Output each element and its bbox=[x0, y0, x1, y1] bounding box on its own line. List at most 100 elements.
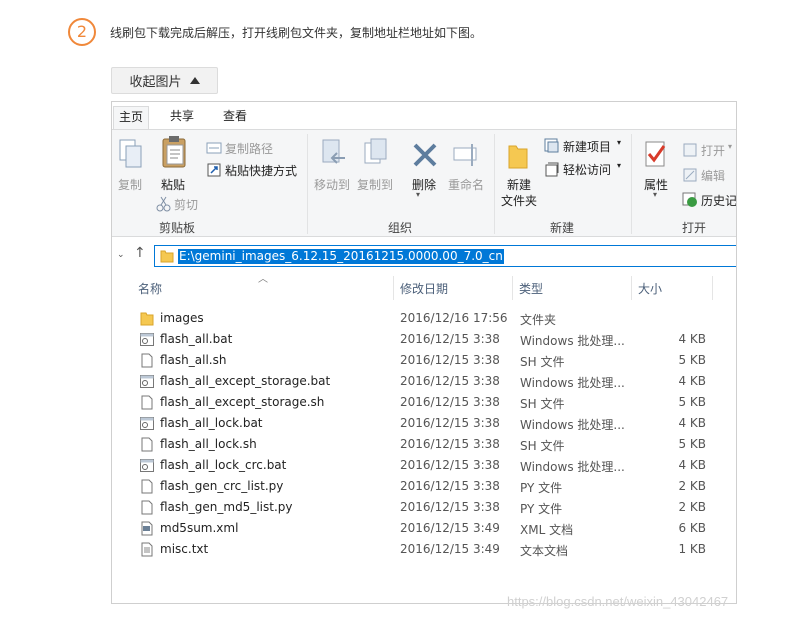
copy-to-button[interactable]: 复制到 bbox=[357, 176, 393, 193]
file-row[interactable]: flash_all.bat 2016/12/15 3:38 Windows 批处理.… bbox=[138, 329, 736, 350]
up-arrow-icon[interactable]: ↑ bbox=[134, 245, 146, 261]
file-row[interactable]: images 2016/12/16 17:56 文件夹 bbox=[138, 308, 736, 329]
address-bar[interactable]: E:\gemini_images_6.12.15_20161215.0000.0… bbox=[154, 245, 736, 267]
file-name[interactable]: flash_all_lock_crc.bat bbox=[160, 458, 286, 472]
file-name[interactable]: flash_all.bat bbox=[160, 332, 232, 346]
properties-icon bbox=[645, 141, 666, 167]
file-row[interactable]: flash_all.sh 2016/12/15 3:38 SH 文件 5 KB bbox=[138, 350, 736, 371]
open-icon bbox=[683, 143, 697, 157]
scissors-icon bbox=[156, 196, 171, 212]
file-size: 4 KB bbox=[678, 332, 706, 346]
easy-access-button[interactable]: 轻松访问 bbox=[563, 161, 611, 178]
cut-button[interactable]: 剪切 bbox=[174, 196, 198, 213]
file-row[interactable]: flash_all_lock.bat 2016/12/15 3:38 Windows… bbox=[138, 413, 736, 434]
open-dropdown-icon[interactable]: ▾ bbox=[728, 142, 732, 151]
bat-file-icon bbox=[140, 417, 154, 430]
file-size: 5 KB bbox=[678, 395, 706, 409]
delete-dropdown-icon[interactable]: ▾ bbox=[416, 190, 420, 199]
file-date: 2016/12/15 3:49 bbox=[400, 521, 500, 535]
file-name[interactable]: flash_gen_crc_list.py bbox=[160, 479, 283, 493]
properties-dropdown-icon[interactable]: ▾ bbox=[653, 190, 657, 199]
tab-home[interactable]: 主页 bbox=[113, 106, 150, 129]
move-to-button[interactable]: 移动到 bbox=[314, 176, 350, 193]
rename-button[interactable]: 重命名 bbox=[448, 176, 484, 193]
new-folder-button-line1[interactable]: 新建 bbox=[507, 176, 531, 193]
file-date: 2016/12/15 3:38 bbox=[400, 374, 500, 388]
new-folder-icon bbox=[508, 145, 528, 169]
file-date: 2016/12/15 3:38 bbox=[400, 395, 500, 409]
file-row[interactable]: flash_all_lock.sh 2016/12/15 3:38 SH 文件 5 K… bbox=[138, 434, 736, 455]
tab-view[interactable]: 查看 bbox=[218, 106, 252, 129]
rename-icon bbox=[453, 144, 477, 166]
recent-locations-icon[interactable]: ⌄ bbox=[117, 250, 125, 260]
file-row[interactable]: flash_gen_md5_list.py 2016/12/15 3:38 PY 文… bbox=[138, 497, 736, 518]
file-name[interactable]: images bbox=[160, 311, 204, 325]
new-folder-button-line2[interactable]: 文件夹 bbox=[501, 192, 537, 209]
column-header-date[interactable]: 修改日期 bbox=[400, 280, 448, 297]
bat-file-icon bbox=[140, 333, 154, 346]
file-row[interactable]: flash_all_except_storage.bat 2016/12/15 3… bbox=[138, 371, 736, 392]
column-header-type[interactable]: 类型 bbox=[519, 280, 543, 297]
copy-path-icon bbox=[206, 142, 222, 154]
file-size: 6 KB bbox=[678, 521, 706, 535]
file-row[interactable]: misc.txt 2016/12/15 3:49 文本文档 1 KB bbox=[138, 539, 736, 560]
file-row[interactable]: flash_gen_crc_list.py 2016/12/15 3:38 PY 文… bbox=[138, 476, 736, 497]
file-type: SH 文件 bbox=[520, 355, 565, 369]
file-row[interactable]: flash_all_except_storage.sh 2016/12/15 3:… bbox=[138, 392, 736, 413]
easy-access-dropdown-icon[interactable]: ▾ bbox=[617, 161, 621, 170]
folder-icon bbox=[140, 312, 154, 326]
open-button[interactable]: 打开 bbox=[701, 142, 725, 159]
file-size: 5 KB bbox=[678, 437, 706, 451]
paste-shortcut-icon bbox=[207, 163, 221, 177]
collapse-image-button[interactable]: 收起图片 bbox=[111, 67, 218, 94]
file-name[interactable]: flash_all_except_storage.sh bbox=[160, 395, 324, 409]
open-group-label: 打开 bbox=[682, 221, 707, 235]
organize-group-label: 组织 bbox=[388, 221, 413, 235]
watermark: https://blog.csdn.net/weixin_43042467 bbox=[507, 594, 729, 609]
file-type: 文件夹 bbox=[520, 313, 557, 327]
ribbon-home: 复制 粘贴 复制路径 粘贴快捷方式 剪切 剪贴板 移动到 复制到 删除 ▾ 重命… bbox=[112, 129, 736, 237]
new-item-icon bbox=[544, 138, 559, 153]
bat-file-icon bbox=[140, 375, 154, 388]
delete-icon bbox=[413, 143, 437, 167]
new-group-label: 新建 bbox=[550, 221, 575, 235]
history-button[interactable]: 历史记 bbox=[701, 192, 736, 209]
file-type: SH 文件 bbox=[520, 439, 565, 453]
file-name[interactable]: flash_all_lock.bat bbox=[160, 416, 263, 430]
file-file-icon bbox=[141, 395, 153, 410]
paste-shortcut-button[interactable]: 粘贴快捷方式 bbox=[225, 162, 297, 179]
file-date: 2016/12/15 3:38 bbox=[400, 458, 500, 472]
file-name[interactable]: misc.txt bbox=[160, 542, 208, 556]
file-row[interactable]: md5sum.xml 2016/12/15 3:49 XML 文档 6 KB bbox=[138, 518, 736, 539]
clipboard-group-label: 剪贴板 bbox=[159, 221, 196, 235]
file-type: PY 文件 bbox=[520, 481, 563, 495]
file-size: 4 KB bbox=[678, 416, 706, 430]
new-item-dropdown-icon[interactable]: ▾ bbox=[617, 138, 621, 147]
file-name[interactable]: md5sum.xml bbox=[160, 521, 238, 535]
paste-icon bbox=[162, 136, 186, 168]
edit-button[interactable]: 编辑 bbox=[701, 167, 725, 184]
history-icon bbox=[682, 192, 697, 207]
column-header-name[interactable]: 名称 bbox=[138, 280, 162, 297]
file-name[interactable]: flash_all.sh bbox=[160, 353, 226, 367]
collapse-label: 收起图片 bbox=[129, 75, 182, 90]
new-item-button[interactable]: 新建项目 bbox=[563, 138, 611, 155]
file-file-icon bbox=[141, 500, 153, 515]
copy-to-icon bbox=[364, 138, 387, 164]
paste-button[interactable]: 粘贴 bbox=[161, 176, 185, 193]
file-date: 2016/12/15 3:38 bbox=[400, 500, 500, 514]
file-name[interactable]: flash_all_lock.sh bbox=[160, 437, 257, 451]
column-header-size[interactable]: 大小 bbox=[638, 280, 662, 297]
address-path[interactable]: E:\gemini_images_6.12.15_20161215.0000.0… bbox=[178, 249, 504, 264]
copy-icon bbox=[119, 139, 142, 168]
file-date: 2016/12/15 3:38 bbox=[400, 353, 500, 367]
file-name[interactable]: flash_all_except_storage.bat bbox=[160, 374, 330, 388]
tab-share[interactable]: 共享 bbox=[165, 106, 199, 129]
address-row: ⌄ ↑ E:\gemini_images_6.12.15_20161215.00… bbox=[112, 242, 736, 270]
copy-button[interactable]: 复制 bbox=[118, 176, 142, 193]
file-file-icon bbox=[141, 479, 153, 494]
txt-file-icon bbox=[141, 542, 153, 557]
copy-path-button[interactable]: 复制路径 bbox=[225, 140, 273, 157]
file-name[interactable]: flash_gen_md5_list.py bbox=[160, 500, 292, 514]
file-row[interactable]: flash_all_lock_crc.bat 2016/12/15 3:38 Win… bbox=[138, 455, 736, 476]
